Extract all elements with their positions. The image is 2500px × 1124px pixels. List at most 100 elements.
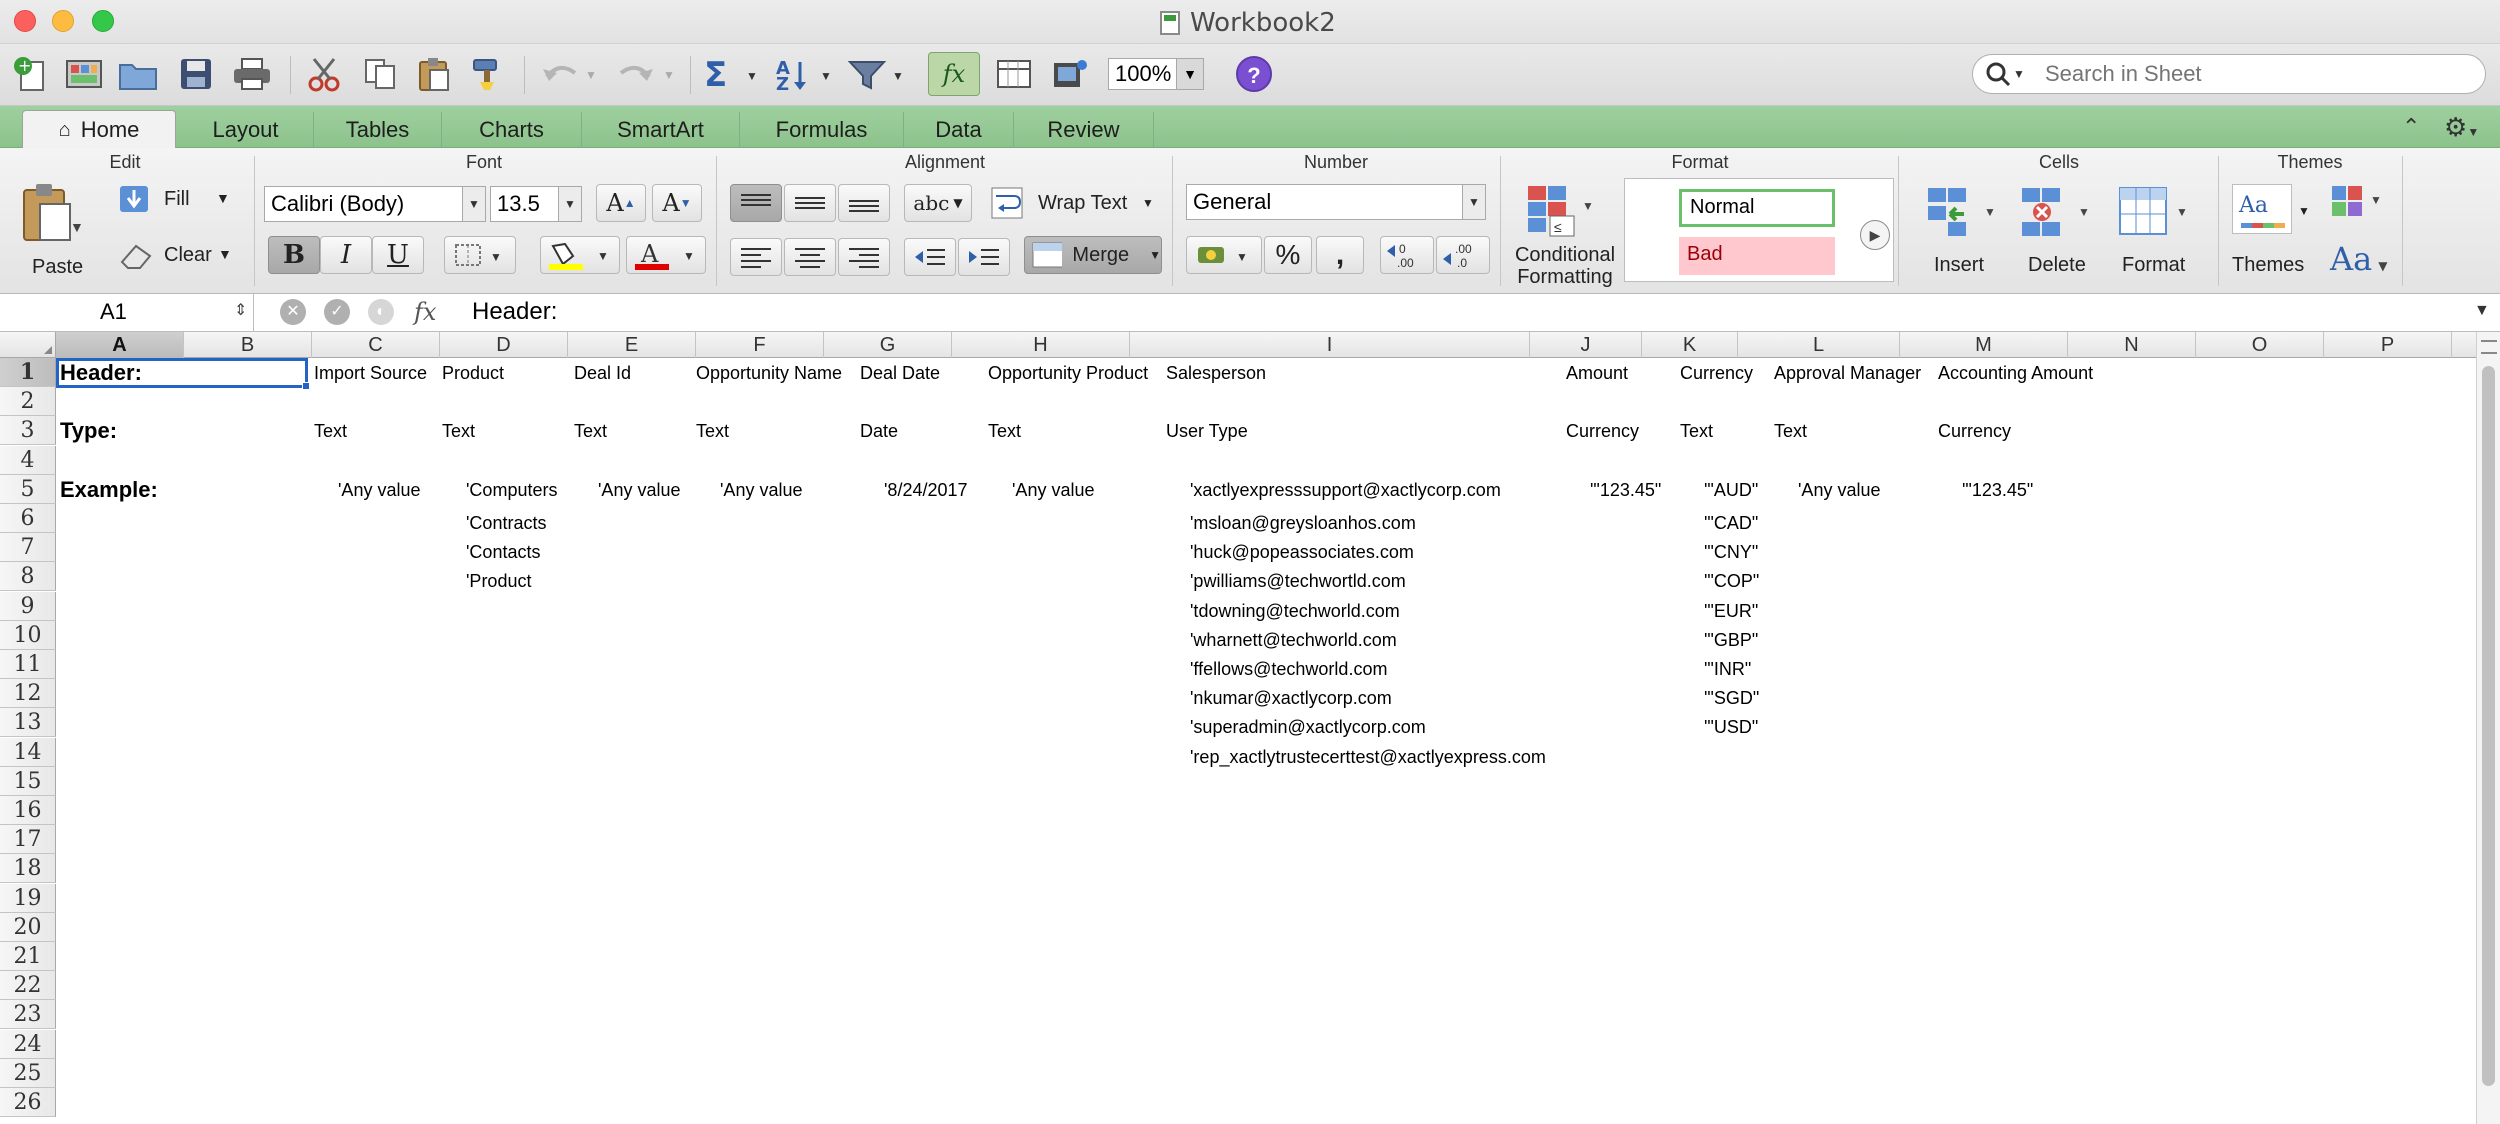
- search-icon[interactable]: ▼: [1985, 61, 2029, 94]
- row-header-1[interactable]: 1: [0, 358, 56, 387]
- cell-i11[interactable]: 'ffellows@techworld.com: [1190, 658, 1387, 680]
- cell-d5[interactable]: 'Computers: [466, 479, 557, 501]
- text-orientation-button[interactable]: abc ▼: [904, 184, 972, 222]
- cell-f5[interactable]: 'Any value: [720, 479, 803, 501]
- maximize-window-button[interactable]: [92, 10, 114, 32]
- cell-l3[interactable]: Text: [1774, 420, 1807, 442]
- font-color-button[interactable]: A ▼: [626, 236, 706, 274]
- cell-k9[interactable]: '"EUR": [1704, 600, 1758, 622]
- themes-icon[interactable]: Aa: [2232, 184, 2292, 234]
- number-format-dropdown-arrow[interactable]: ▼: [1462, 184, 1486, 220]
- fill-dropdown-arrow[interactable]: ▼: [216, 190, 230, 206]
- cell-g5[interactable]: '8/24/2017: [884, 479, 968, 501]
- name-box-stepper-icon[interactable]: ⇕: [234, 300, 247, 320]
- formula-input[interactable]: Header:: [472, 298, 557, 326]
- cell-m3[interactable]: Currency: [1938, 420, 2011, 442]
- tab-data[interactable]: Data: [904, 112, 1014, 148]
- font-size-dropdown-arrow[interactable]: ▼: [558, 186, 582, 222]
- cell-k5[interactable]: '"AUD": [1704, 479, 1758, 501]
- number-format-select[interactable]: General: [1186, 184, 1466, 220]
- cell-c5[interactable]: 'Any value: [338, 479, 421, 501]
- cell-d7[interactable]: 'Contacts: [466, 541, 540, 563]
- open-folder-icon[interactable]: [116, 52, 160, 96]
- row-header-3[interactable]: 3: [0, 416, 56, 446]
- cell-i1[interactable]: Salesperson: [1166, 362, 1266, 384]
- cell-g1[interactable]: Deal Date: [860, 362, 940, 384]
- bold-button[interactable]: B: [268, 236, 320, 274]
- column-header-l[interactable]: L: [1738, 332, 1900, 358]
- redo-icon[interactable]: ▼: [612, 52, 682, 96]
- align-right-button[interactable]: [838, 238, 890, 276]
- cell-i12[interactable]: 'nkumar@xactlycorp.com: [1190, 687, 1392, 709]
- merge-button[interactable]: Merge ▼: [1024, 236, 1162, 274]
- vertical-scrollbar[interactable]: [2476, 332, 2500, 1124]
- autosum-icon[interactable]: Σ ▼: [700, 52, 762, 96]
- more-styles-arrow-icon[interactable]: ▶: [1860, 220, 1890, 250]
- column-header-a[interactable]: A: [56, 332, 184, 358]
- align-middle-button[interactable]: [784, 184, 836, 222]
- cell-i8[interactable]: 'pwilliams@techwortld.com: [1190, 570, 1406, 592]
- cell-d8[interactable]: 'Product: [466, 570, 531, 592]
- decrease-indent-button[interactable]: [904, 238, 956, 276]
- conditional-formatting-icon[interactable]: ≤ ▼: [1526, 184, 1596, 249]
- undo-icon[interactable]: ▼: [536, 52, 606, 96]
- cell-i10[interactable]: 'wharnett@techworld.com: [1190, 629, 1397, 651]
- search-input[interactable]: [2045, 59, 2465, 89]
- new-workbook-icon[interactable]: +: [10, 52, 50, 96]
- row-header-23[interactable]: 23: [0, 1000, 56, 1030]
- fill-color-button[interactable]: ▼: [540, 236, 620, 274]
- theme-fonts-button[interactable]: Aa ▼: [2330, 240, 2387, 278]
- wrap-text-button[interactable]: Wrap Text: [1038, 192, 1127, 215]
- name-box[interactable]: A1: [0, 294, 254, 331]
- cell-k7[interactable]: '"CNY": [1704, 541, 1758, 563]
- theme-colors-icon[interactable]: ▼: [2330, 184, 2390, 229]
- column-header-g[interactable]: G: [824, 332, 952, 358]
- row-header-10[interactable]: 10: [0, 620, 56, 650]
- align-bottom-button[interactable]: [838, 184, 890, 222]
- cell-h5[interactable]: 'Any value: [1012, 479, 1095, 501]
- cell-k12[interactable]: '"SGD": [1704, 687, 1759, 709]
- column-header-p[interactable]: P: [2324, 332, 2452, 358]
- row-header-14[interactable]: 14: [0, 737, 56, 767]
- column-header-f[interactable]: F: [696, 332, 824, 358]
- scrollbar-thumb[interactable]: [2482, 366, 2495, 1086]
- sheet-search-box[interactable]: ▼: [1972, 54, 2486, 94]
- cell-i13[interactable]: 'superadmin@xactlycorp.com: [1190, 716, 1426, 738]
- cell-k1[interactable]: Currency: [1680, 362, 1753, 384]
- tab-review[interactable]: Review: [1014, 112, 1154, 148]
- cell-j1[interactable]: Amount: [1566, 362, 1628, 384]
- show-ruler-icon[interactable]: [992, 52, 1036, 96]
- cell-a3[interactable]: Type:: [60, 420, 117, 442]
- fill-handle[interactable]: [302, 382, 310, 390]
- copy-icon[interactable]: [358, 52, 402, 96]
- expand-formula-bar-icon[interactable]: ▼: [2474, 302, 2490, 320]
- underline-button[interactable]: U: [372, 236, 424, 274]
- paste-large-icon[interactable]: ▼: [18, 182, 84, 251]
- cell-m5[interactable]: '"123.45": [1962, 479, 2033, 501]
- decrease-decimal-button[interactable]: 0.00: [1380, 236, 1434, 274]
- cell-k10[interactable]: '"GBP": [1704, 629, 1758, 651]
- row-header-6[interactable]: 6: [0, 504, 56, 533]
- cell-c1[interactable]: Import Source: [314, 362, 427, 384]
- column-header-h[interactable]: H: [952, 332, 1130, 358]
- tab-charts[interactable]: Charts: [442, 112, 582, 148]
- comma-style-button[interactable]: ,: [1316, 236, 1364, 274]
- italic-button[interactable]: I: [320, 236, 372, 274]
- column-header-e[interactable]: E: [568, 332, 696, 358]
- tab-formulas[interactable]: Formulas: [740, 112, 904, 148]
- row-header-25[interactable]: 25: [0, 1058, 56, 1088]
- format-cells-icon[interactable]: ▼: [2116, 184, 2192, 243]
- cell-k3[interactable]: Text: [1680, 420, 1713, 442]
- paste-label[interactable]: Paste: [32, 256, 83, 279]
- cell-i14[interactable]: 'rep_xactlytrustecerttest@xactlyexpress.…: [1190, 746, 1546, 768]
- insert-button[interactable]: Insert: [1934, 254, 1984, 277]
- format-painter-icon[interactable]: [466, 52, 510, 96]
- row-header-11[interactable]: 11: [0, 650, 56, 679]
- conditional-formatting-button[interactable]: Conditional Formatting: [1510, 244, 1620, 288]
- column-header-i[interactable]: I: [1130, 332, 1530, 358]
- function-wizard-icon[interactable]: ◐: [368, 299, 394, 325]
- fill-icon[interactable]: [118, 184, 154, 219]
- style-bad[interactable]: Bad: [1679, 237, 1835, 275]
- row-header-17[interactable]: 17: [0, 825, 56, 855]
- clear-dropdown-arrow[interactable]: ▼: [218, 246, 232, 262]
